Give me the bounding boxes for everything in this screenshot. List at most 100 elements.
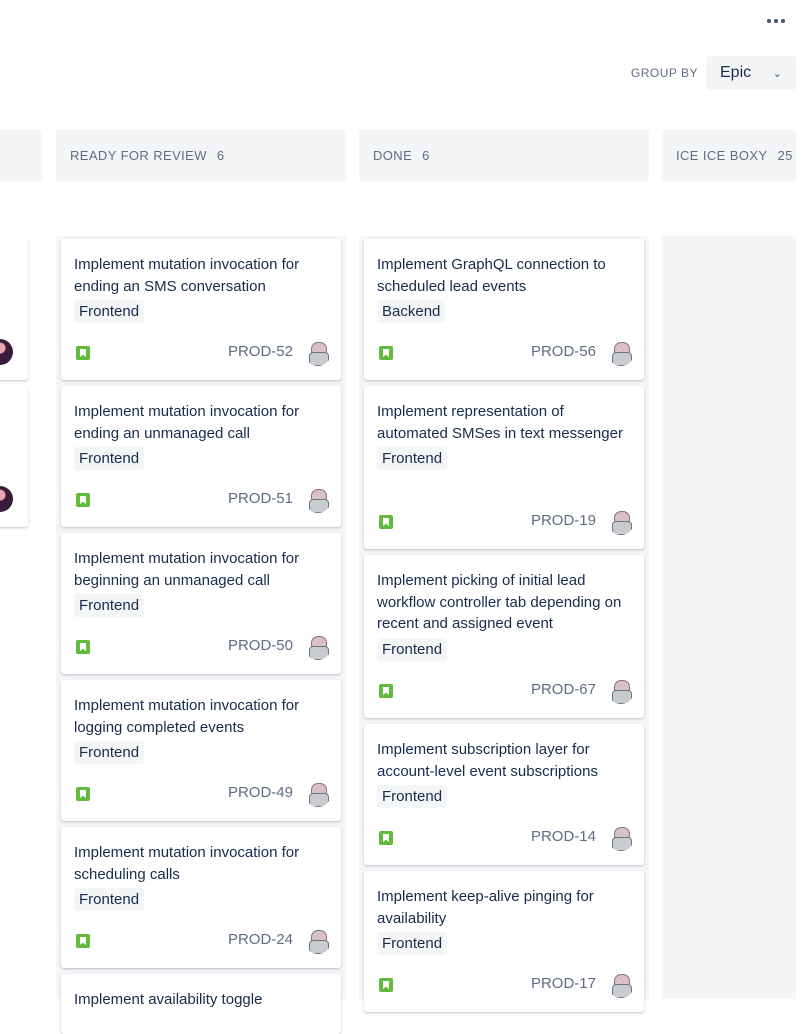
issue-key[interactable]: PROD-49 — [228, 784, 293, 801]
avatar — [305, 487, 331, 513]
column-done: DONE 6 Implement GraphQL connection to s… — [359, 129, 649, 1012]
column-title: READY FOR REVIEW — [70, 147, 207, 163]
group-by-value: Epic — [720, 64, 752, 81]
issue-key[interactable]: PROD-19 — [531, 512, 596, 529]
column-count: 6 — [216, 147, 225, 163]
epic-label: Frontend — [74, 300, 145, 323]
card-footer: PROD-52 — [74, 338, 331, 368]
column-partial-left — [0, 129, 42, 999]
avatar — [608, 340, 634, 366]
column-header — [0, 129, 42, 181]
card-title: Implement mutation invocation for ending… — [74, 256, 300, 295]
epic-label: Frontend — [74, 594, 145, 617]
epic-label: Frontend — [74, 447, 145, 470]
card-title: Implement subscription layer for account… — [377, 741, 598, 780]
issue-card[interactable]: Implement keep-alive pinging for availab… — [364, 871, 644, 1012]
issue-key[interactable]: PROD-17 — [531, 975, 596, 992]
chevron-down-icon: ⌄ — [772, 67, 782, 80]
column-body: Implement mutation invocation for ending… — [56, 236, 346, 1034]
story-icon — [379, 684, 393, 698]
card-title: Implement representation of automated SM… — [377, 403, 623, 442]
card-footer: PROD-14 — [377, 823, 634, 853]
story-icon — [379, 831, 393, 845]
column-ready-for-review: READY FOR REVIEW 6 Implement mutation in… — [56, 129, 346, 1034]
card-partial[interactable] — [0, 386, 28, 527]
story-icon — [76, 493, 90, 507]
column-count: 25 — [777, 147, 793, 163]
epic-label: Frontend — [377, 932, 448, 955]
avatar — [0, 339, 13, 365]
issue-key[interactable]: PROD-56 — [531, 343, 596, 360]
epic-label: Frontend — [377, 785, 448, 808]
group-by-select[interactable]: Epic ⌄ — [706, 56, 796, 90]
issue-key[interactable]: PROD-52 — [228, 343, 293, 360]
epic-label: Frontend — [74, 888, 145, 911]
issue-key[interactable]: PROD-14 — [531, 828, 596, 845]
card-footer: PROD-67 — [377, 676, 634, 706]
issue-key[interactable]: PROD-51 — [228, 490, 293, 507]
epic-label: Frontend — [377, 447, 448, 470]
issue-card[interactable]: Implement representation of automated SM… — [364, 386, 644, 549]
column-body: Implement GraphQL connection to schedule… — [359, 236, 649, 1012]
avatar — [305, 928, 331, 954]
epic-label: Frontend — [377, 637, 448, 661]
card-footer: PROD-51 — [74, 485, 331, 515]
issue-key[interactable]: PROD-50 — [228, 637, 293, 654]
story-icon — [379, 346, 393, 360]
issue-key[interactable]: PROD-67 — [531, 681, 596, 698]
card-title: Implement picking of initial lead workfl… — [377, 572, 622, 632]
board: READY FOR REVIEW 6 Implement mutation in… — [0, 129, 812, 1034]
column-title: DONE — [373, 147, 413, 163]
column-header: DONE 6 — [359, 129, 649, 181]
epic-label: Backend — [377, 300, 446, 323]
issue-card[interactable]: Implement availability toggle — [61, 974, 341, 1034]
epic-label: Frontend — [74, 741, 145, 764]
more-actions-button[interactable] — [762, 10, 790, 32]
column-count: 6 — [422, 147, 430, 163]
avatar — [305, 634, 331, 660]
card-footer: PROD-24 — [74, 926, 331, 956]
column-title: ICE ICE BOXY — [676, 147, 768, 163]
card-partial[interactable] — [0, 239, 28, 380]
issue-card[interactable]: Implement mutation invocation for ending… — [61, 386, 341, 527]
issue-card[interactable]: Implement mutation invocation for beginn… — [61, 533, 341, 674]
card-footer: PROD-56 — [377, 338, 634, 368]
story-icon — [76, 787, 90, 801]
issue-card[interactable]: Implement mutation invocation for schedu… — [61, 827, 341, 968]
issue-card[interactable]: Implement GraphQL connection to schedule… — [364, 239, 644, 380]
card-title: Implement mutation invocation for loggin… — [74, 697, 300, 736]
card-title: Implement mutation invocation for schedu… — [74, 844, 300, 883]
avatar — [608, 825, 634, 851]
card-title: Implement mutation invocation for beginn… — [74, 550, 300, 589]
avatar — [305, 340, 331, 366]
avatar — [305, 781, 331, 807]
avatar — [0, 486, 13, 512]
card-footer: PROD-49 — [74, 779, 331, 809]
group-by-control: GROUP BY Epic ⌄ — [631, 56, 796, 90]
card-footer: PROD-50 — [74, 632, 331, 662]
story-icon — [379, 978, 393, 992]
story-icon — [76, 640, 90, 654]
story-icon — [76, 346, 90, 360]
card-title: Implement GraphQL connection to schedule… — [377, 256, 606, 295]
card-title: Implement mutation invocation for ending… — [74, 403, 300, 442]
column-body — [662, 236, 796, 999]
card-title: Implement availability toggle — [74, 991, 263, 1008]
avatar — [608, 509, 634, 535]
issue-card[interactable]: Implement picking of initial lead workfl… — [364, 555, 644, 718]
more-icon — [767, 19, 771, 23]
group-by-label: GROUP BY — [630, 66, 698, 80]
column-header: READY FOR REVIEW 6 — [56, 129, 346, 181]
column-header: ICE ICE BOXY 25 — [662, 129, 796, 181]
issue-card[interactable]: Implement mutation invocation for loggin… — [61, 680, 341, 821]
card-footer: PROD-19 — [377, 507, 634, 537]
story-icon — [379, 515, 393, 529]
avatar — [608, 678, 634, 704]
issue-card[interactable]: Implement mutation invocation for ending… — [61, 239, 341, 380]
issue-card[interactable]: Implement subscription layer for account… — [364, 724, 644, 865]
issue-key[interactable]: PROD-24 — [228, 931, 293, 948]
card-title: Implement keep-alive pinging for availab… — [377, 888, 594, 927]
avatar — [608, 972, 634, 998]
story-icon — [76, 934, 90, 948]
column-ice-ice-boxy: ICE ICE BOXY 25 — [662, 129, 796, 999]
